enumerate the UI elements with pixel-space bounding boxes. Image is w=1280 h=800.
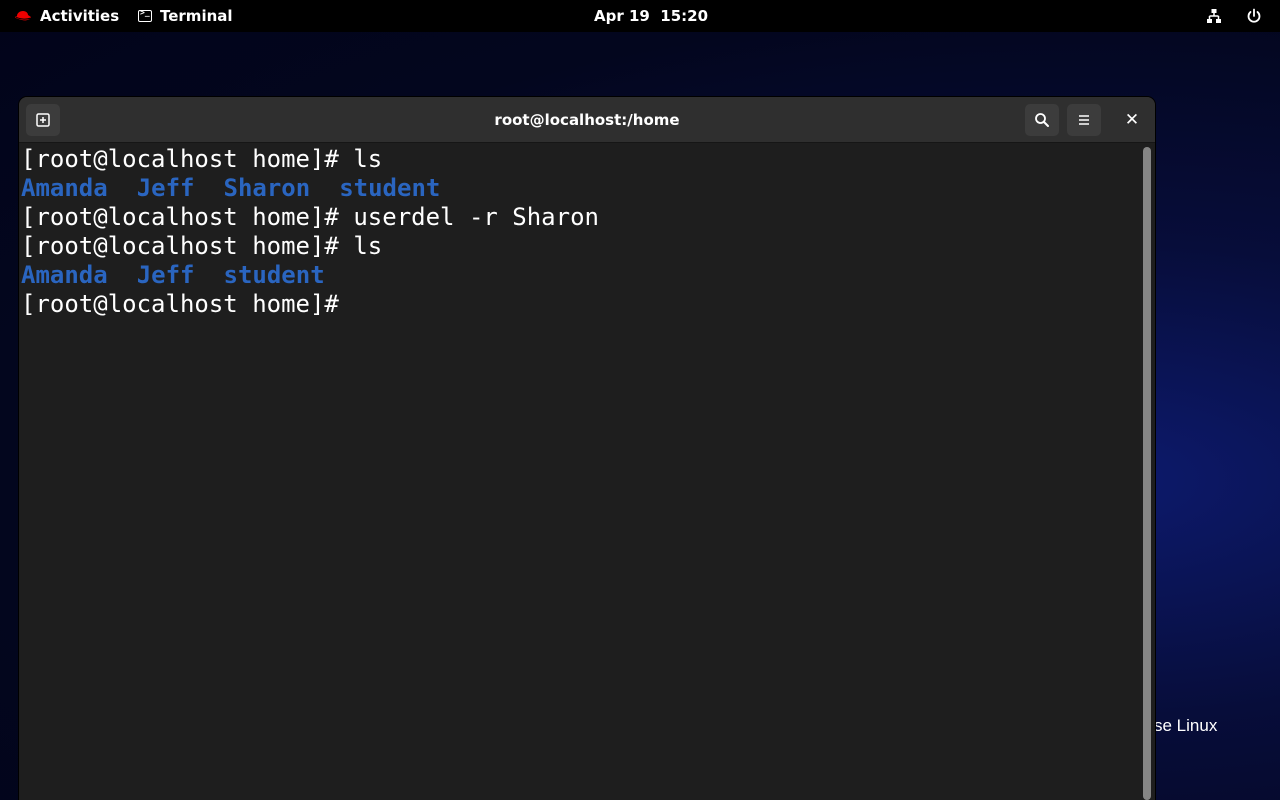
terminal-line: Amanda Jeff student [21,261,1141,290]
terminal-line: [root@localhost home]# ls [21,232,1141,261]
search-button[interactable] [1025,104,1059,136]
new-tab-button[interactable] [26,104,60,136]
search-icon [1035,113,1049,127]
power-icon[interactable] [1246,0,1262,32]
network-icon-svg [1207,9,1221,23]
window-title: root@localhost:/home [494,111,680,129]
directory-entry: student [339,174,441,202]
terminal-line: [root@localhost home]# [21,290,1141,319]
directory-entry: Jeff [136,261,195,289]
shell-command: ls [353,232,383,260]
activities-button[interactable]: Activities [14,0,119,32]
directory-entry: student [223,261,325,289]
close-button[interactable]: ✕ [1115,104,1149,136]
hamburger-menu-icon [1079,115,1089,125]
redhat-icon [15,11,32,21]
shell-prompt: [root@localhost home]# [21,290,339,318]
close-icon: ✕ [1124,110,1140,130]
activities-label: Activities [40,7,120,25]
main-menu-button[interactable] [1067,104,1101,136]
clock-label: Apr 19 15:20 [594,7,709,25]
terminal-line: [root@localhost home]# ls [21,145,1141,174]
window-headerbar[interactable]: root@localhost:/home ✕ [19,97,1155,143]
terminal-window: root@localhost:/home ✕ [root@localhost h… [19,97,1155,800]
directory-entry: Sharon [223,174,311,202]
terminal-output[interactable]: [root@localhost home]# ls Amanda Jeff Sharo… [19,143,1141,800]
shell-prompt: [root@localhost home]# [21,145,354,173]
top-bar: Activities Terminal Apr 19 15:20 [0,0,1280,32]
clock[interactable]: Apr 19 15:20 [594,0,708,32]
network-icon[interactable] [1206,0,1222,32]
terminal-line: [root@localhost home]# userdel -r Sharon [21,203,1141,232]
directory-entry: Amanda [21,261,108,289]
directory-entry: Jeff [136,174,195,202]
scrollbar[interactable] [1143,147,1151,800]
shell-command: ls [353,145,383,173]
directory-entry: Amanda [21,174,108,202]
shell-prompt: [root@localhost home]# [21,203,354,231]
desktop-branding-text: se Linux [1154,716,1218,735]
terminal-line: Amanda Jeff Sharon student [21,174,1141,203]
app-menu-label: Terminal [160,7,233,25]
shell-prompt: [root@localhost home]# [21,232,354,260]
scrollbar-thumb[interactable] [1143,147,1151,800]
shell-command: userdel -r Sharon [353,203,599,231]
terminal-icon [138,8,152,22]
app-menu-terminal[interactable]: Terminal [138,0,233,32]
new-tab-icon [36,113,50,127]
power-icon-svg [1247,8,1261,23]
